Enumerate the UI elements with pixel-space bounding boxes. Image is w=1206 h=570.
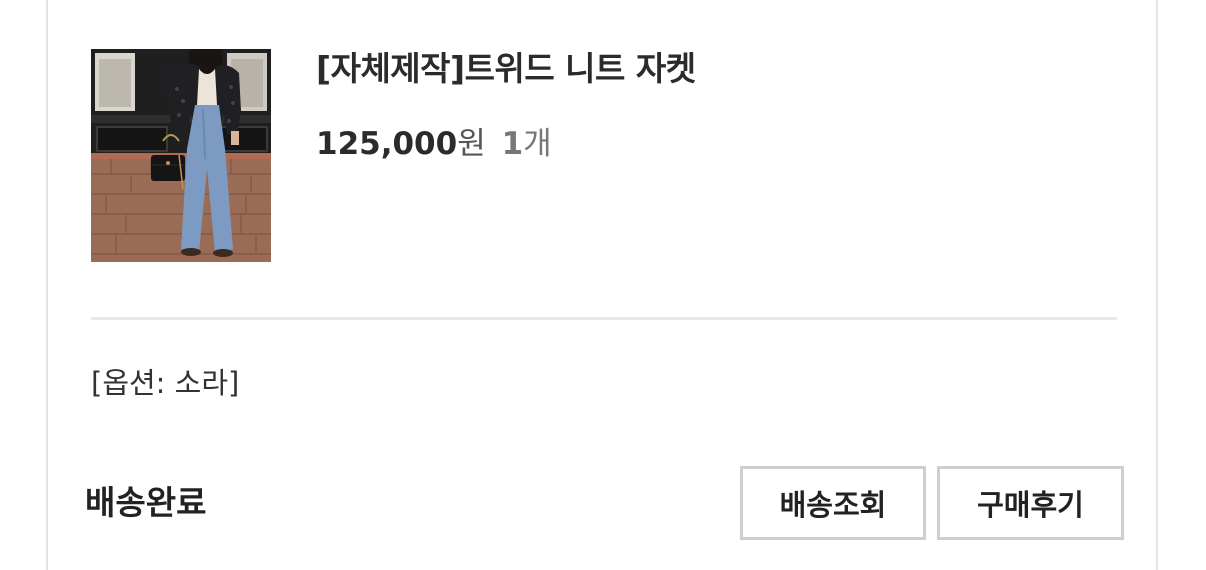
write-review-button[interactable]: 구매후기 (937, 466, 1124, 540)
product-thumbnail[interactable] (91, 49, 271, 262)
product-name[interactable]: [자체제작]트위드 니트 자켓 (316, 42, 696, 90)
quantity-unit: 개 (523, 126, 552, 162)
delivery-status: 배송완료 (85, 483, 207, 522)
product-photo-icon (91, 49, 271, 262)
price-value: 125,000 (316, 126, 458, 162)
option-text: [옵션: 소라] (91, 366, 240, 400)
price-quantity: 125,000원 1개 (316, 118, 552, 163)
track-delivery-button[interactable]: 배송조회 (740, 466, 926, 540)
quantity-value: 1 (501, 126, 524, 162)
price-unit: 원 (457, 126, 486, 162)
order-item-card: [자체제작]트위드 니트 자켓 125,000원 1개 [옵션: 소라] 배송완… (46, 0, 1158, 570)
divider (91, 317, 1117, 320)
